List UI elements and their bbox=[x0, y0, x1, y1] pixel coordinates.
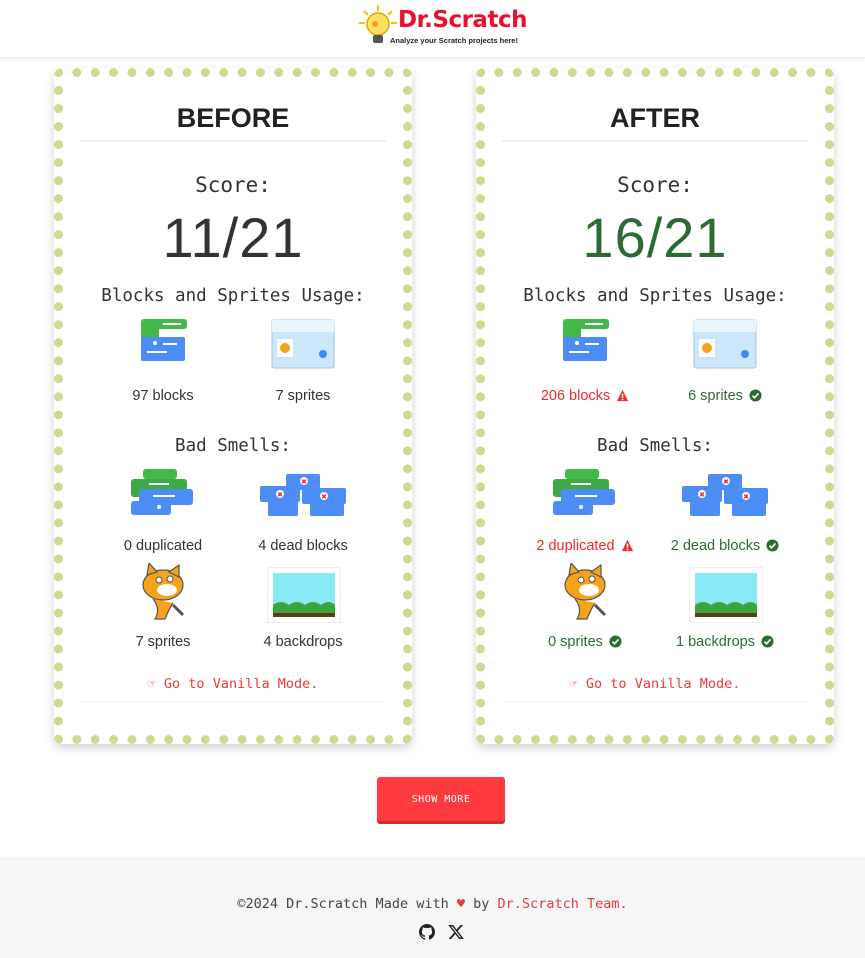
blocks-icon bbox=[563, 319, 609, 361]
score-value: 16/21 bbox=[582, 206, 728, 269]
hand-pointing-right-icon: ☞ bbox=[147, 676, 156, 692]
backdrops-count: 4 backdrops bbox=[228, 634, 378, 650]
unused-sprites-count-text: 7 sprites bbox=[135, 634, 191, 650]
score-label: Score: bbox=[195, 173, 271, 197]
after-title: AFTER bbox=[610, 103, 700, 133]
check-circle-icon bbox=[609, 635, 622, 648]
dead-blocks-icon: ✖ ✖ ✖ bbox=[682, 474, 768, 516]
logo-subtitle: Analyze your Scratch projects here! bbox=[390, 36, 518, 45]
bad-smells-label: Bad Smells: bbox=[597, 436, 713, 456]
backdrop-icon bbox=[689, 567, 763, 623]
svg-text:✖: ✖ bbox=[743, 493, 749, 501]
warning-icon bbox=[621, 539, 633, 552]
divider bbox=[80, 140, 386, 142]
score-value: 11/21 bbox=[162, 206, 304, 269]
github-icon[interactable] bbox=[419, 924, 435, 940]
show-more-button[interactable]: SHOW MORE bbox=[377, 777, 505, 821]
x-icon[interactable] bbox=[448, 924, 464, 940]
navbar: Dr.Scratch Analyze your Scratch projects… bbox=[0, 0, 865, 58]
blocks-count-text: 206 blocks bbox=[540, 388, 611, 404]
sprites-count: 6 sprites bbox=[650, 388, 800, 404]
after-card: AFTER Score: 16/21 Blocks and Sprites Us… bbox=[476, 68, 834, 744]
duplicated-count: 2 duplicated bbox=[510, 538, 660, 554]
scratch-cat-icon bbox=[564, 563, 607, 620]
usage-label: Blocks and Sprites Usage: bbox=[523, 286, 787, 306]
sprites-count-text: 6 sprites bbox=[688, 388, 743, 404]
before-title: BEFORE bbox=[176, 103, 290, 133]
sprites-count-text: 7 sprites bbox=[275, 388, 331, 404]
warning-icon bbox=[617, 389, 629, 402]
sprites-stage-icon bbox=[271, 319, 335, 369]
dead-blocks-count-text: 4 dead blocks bbox=[258, 538, 348, 554]
duplicated-count-text: 0 duplicated bbox=[123, 538, 203, 554]
dead-blocks-icon: ✖ ✖ ✖ bbox=[260, 474, 346, 516]
dead-blocks-count-text: 2 dead blocks bbox=[670, 538, 761, 554]
unused-sprites-count: 7 sprites bbox=[88, 634, 238, 650]
footer-credits: ©2024 Dr.Scratch Made with ♥ by Dr.Scrat… bbox=[0, 896, 865, 912]
duplicated-blocks-icon bbox=[131, 469, 193, 515]
vanilla-mode-link[interactable]: ☞ Go to Vanilla Mode. bbox=[485, 676, 825, 692]
backdrops-count: 1 backdrops bbox=[650, 634, 800, 650]
scratch-cat-icon bbox=[142, 563, 185, 620]
check-circle-icon bbox=[749, 389, 762, 402]
blocks-count: 206 blocks bbox=[510, 388, 660, 404]
blocks-count: 97 blocks bbox=[88, 388, 238, 404]
dead-blocks-count: 4 dead blocks bbox=[228, 538, 378, 554]
duplicated-blocks-icon bbox=[553, 469, 615, 515]
blocks-count-text: 97 blocks bbox=[132, 388, 194, 404]
backdrops-count-text: 4 backdrops bbox=[263, 634, 343, 650]
sprites-count: 7 sprites bbox=[228, 388, 378, 404]
svg-text:✖: ✖ bbox=[301, 478, 307, 486]
by-text: by bbox=[473, 896, 490, 912]
backdrop-icon bbox=[267, 567, 341, 623]
duplicated-count-text: 2 duplicated bbox=[536, 538, 615, 554]
dr-scratch-logo[interactable]: Dr.Scratch Analyze your Scratch projects… bbox=[356, 3, 527, 48]
score-label: Score: bbox=[617, 173, 693, 197]
duplicated-count: 0 duplicated bbox=[88, 538, 238, 554]
vanilla-mode-link[interactable]: ☞ Go to Vanilla Mode. bbox=[63, 676, 403, 692]
vanilla-mode-text: Go to Vanilla Mode. bbox=[163, 676, 319, 692]
unused-sprites-count: 0 sprites bbox=[510, 634, 660, 650]
sprites-stage-icon bbox=[693, 319, 757, 369]
svg-text:✖: ✖ bbox=[699, 491, 705, 499]
copyright-text: ©2024 Dr.Scratch Made with bbox=[237, 896, 449, 912]
blocks-icon bbox=[141, 319, 187, 361]
heart-icon: ♥ bbox=[456, 896, 465, 912]
backdrops-count-text: 1 backdrops bbox=[675, 634, 755, 650]
vanilla-mode-text: Go to Vanilla Mode. bbox=[585, 676, 741, 692]
divider bbox=[502, 702, 808, 703]
unused-sprites-count-text: 0 sprites bbox=[548, 634, 603, 650]
usage-label: Blocks and Sprites Usage: bbox=[101, 286, 365, 306]
bad-smells-label: Bad Smells: bbox=[175, 436, 291, 456]
divider bbox=[502, 140, 808, 142]
divider bbox=[80, 702, 386, 703]
check-circle-icon bbox=[761, 635, 774, 648]
svg-text:✖: ✖ bbox=[723, 478, 729, 486]
svg-text:✖: ✖ bbox=[321, 493, 327, 501]
logo-title: Dr.Scratch bbox=[398, 7, 527, 33]
dead-blocks-count: 2 dead blocks bbox=[650, 538, 800, 554]
svg-text:✖: ✖ bbox=[277, 491, 283, 499]
check-circle-icon bbox=[766, 539, 779, 552]
hand-pointing-right-icon: ☞ bbox=[569, 676, 578, 692]
before-card: BEFORE Score: 11/21 Blocks and Sprites U… bbox=[54, 68, 412, 744]
team-link[interactable]: Dr.Scratch Team. bbox=[498, 896, 628, 912]
footer: ©2024 Dr.Scratch Made with ♥ by Dr.Scrat… bbox=[0, 858, 865, 958]
